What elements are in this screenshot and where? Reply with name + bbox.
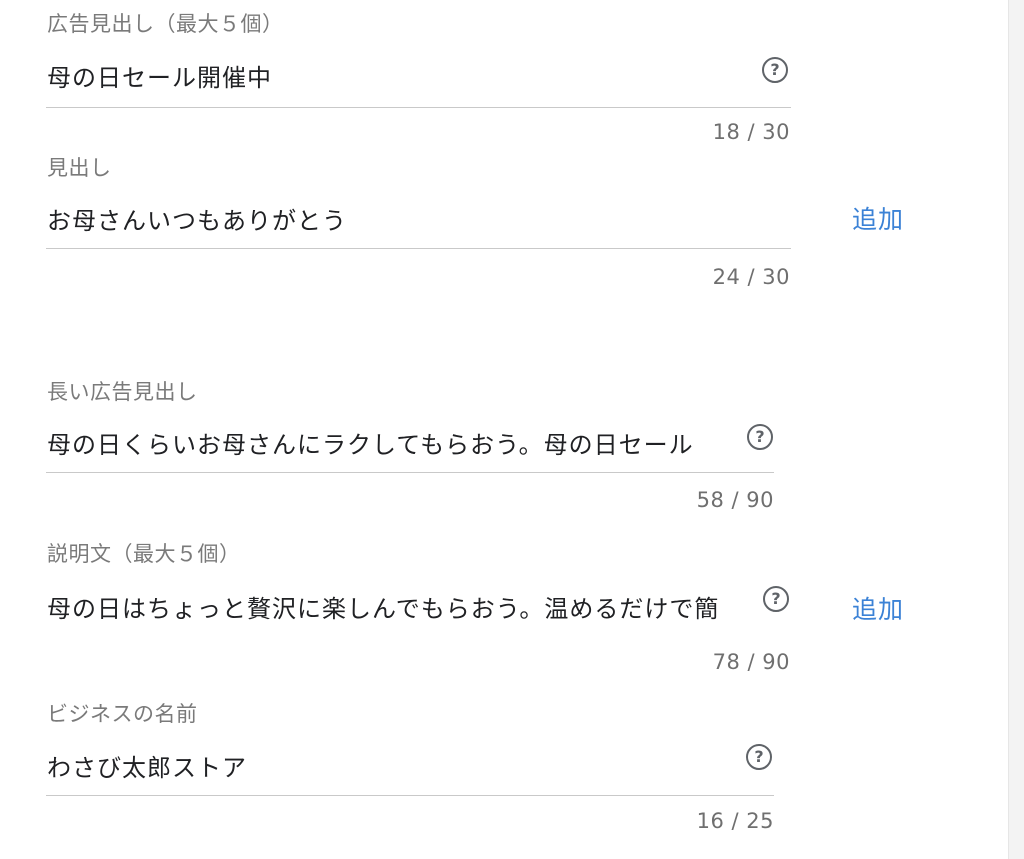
- headline-2-char-counter: 24 / 30: [712, 265, 790, 289]
- business-name-underline: [46, 795, 774, 796]
- business-name-label: ビジネスの名前: [47, 702, 198, 726]
- headline-2-input[interactable]: お母さんいつもありがとう: [47, 201, 747, 236]
- business-name-char-counter: 16 / 25: [696, 809, 774, 833]
- headline-2-label: 見出し: [47, 156, 112, 180]
- headline-char-counter: 18 / 30: [712, 120, 790, 144]
- long-headline-underline: [46, 472, 774, 473]
- right-panel-edge: [1008, 0, 1024, 859]
- add-headline-button[interactable]: 追加: [852, 200, 904, 236]
- add-description-button[interactable]: 追加: [852, 590, 904, 626]
- business-name-input[interactable]: わさび太郎ストア: [47, 748, 737, 783]
- question-circle-icon[interactable]: ?: [746, 744, 772, 770]
- headline-input[interactable]: 母の日セール開催中: [47, 58, 747, 93]
- description-char-counter: 78 / 90: [712, 650, 790, 674]
- description-input[interactable]: 母の日はちょっと贅沢に楽しんでもらおう。温めるだけで簡: [47, 589, 760, 624]
- headline-label: 広告見出し（最大５個）: [47, 12, 284, 36]
- question-circle-icon[interactable]: ?: [747, 424, 773, 450]
- question-circle-icon[interactable]: ?: [762, 57, 788, 83]
- headline-2-underline: [46, 248, 791, 249]
- long-headline-char-counter: 58 / 90: [696, 488, 774, 512]
- headline-underline: [46, 107, 791, 108]
- long-headline-label: 長い広告見出し: [47, 380, 198, 404]
- description-label: 説明文（最大５個）: [47, 542, 241, 566]
- long-headline-input[interactable]: 母の日くらいお母さんにラクしてもらおう。母の日セール: [47, 425, 745, 460]
- question-circle-icon[interactable]: ?: [763, 586, 789, 612]
